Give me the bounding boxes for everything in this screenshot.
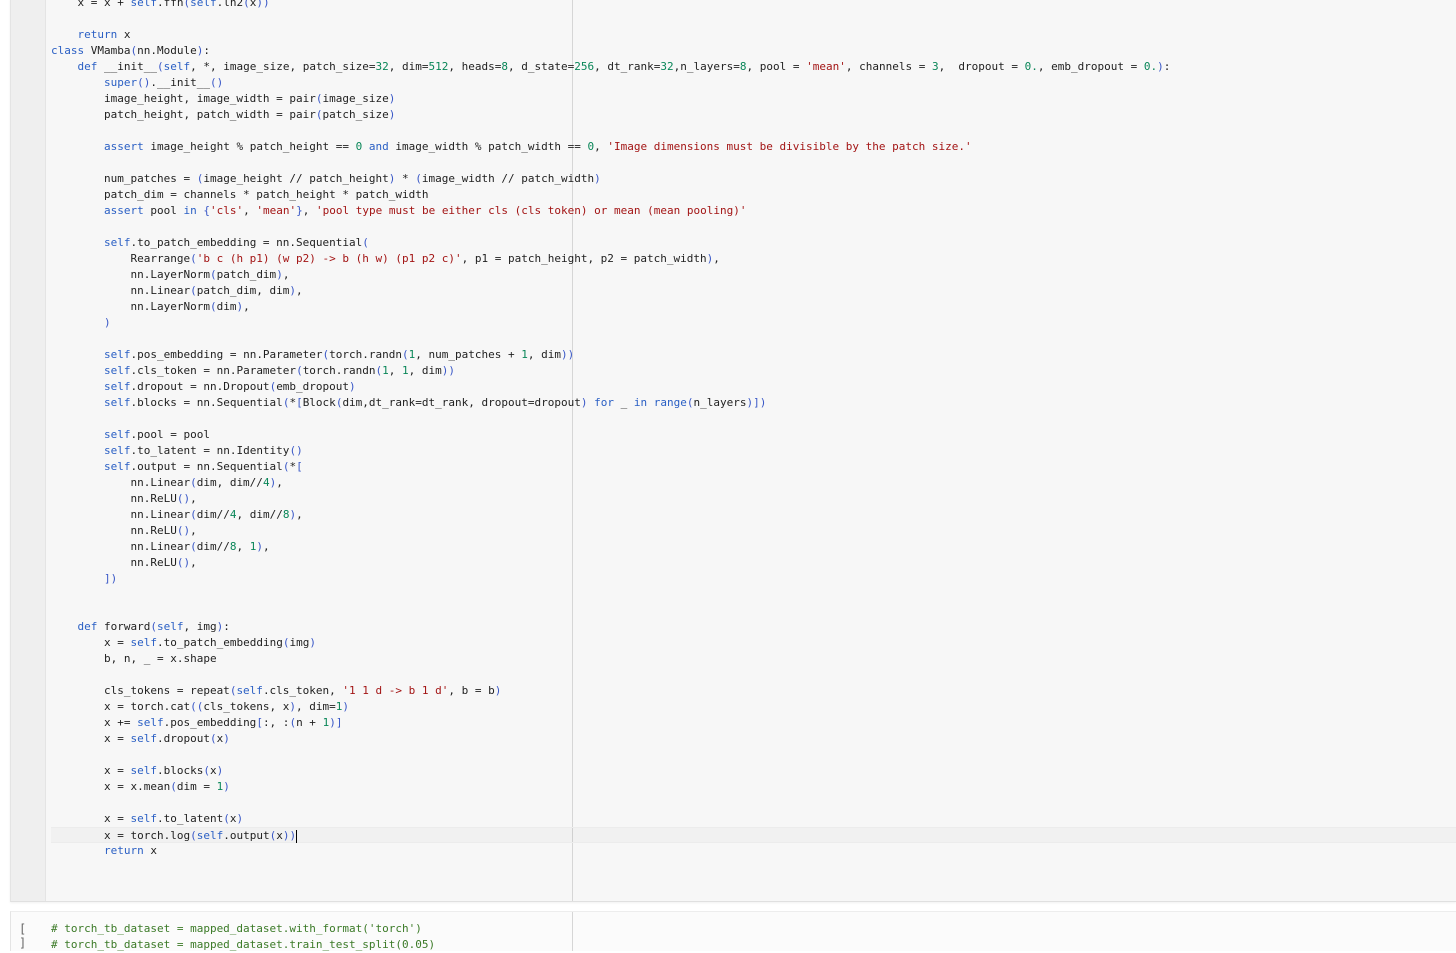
code-line[interactable]: nn.LayerNorm(patch_dim), (51, 267, 289, 283)
code-line[interactable]: x = self.to_latent(x) (51, 811, 243, 827)
code-line[interactable]: # torch_tb_dataset = mapped_dataset.with… (51, 921, 422, 937)
code-line[interactable]: cls_tokens = repeat(self.cls_token, '1 1… (51, 683, 501, 699)
code-line[interactable]: self.dropout = nn.Dropout(emb_dropout) (51, 379, 356, 395)
code-line[interactable]: nn.Linear(dim, dim//4), (51, 475, 282, 491)
code-line[interactable]: nn.ReLU(), (51, 555, 196, 571)
code-line[interactable]: x = self.dropout(x) (51, 731, 230, 747)
code-line[interactable]: x = self.blocks(x) (51, 763, 223, 779)
code-line[interactable]: patch_dim = channels * patch_height * pa… (51, 187, 429, 203)
code-line[interactable]: def __init__(self, *, image_size, patch_… (51, 59, 1171, 75)
code-line[interactable]: self.pos_embedding = nn.Parameter(torch.… (51, 347, 574, 363)
code-line[interactable]: nn.Linear(dim//8, 1), (51, 539, 269, 555)
code-line[interactable]: x = torch.cat((cls_tokens, x), dim=1) (51, 699, 349, 715)
code-line[interactable]: # torch_tb_dataset = mapped_dataset.trai… (51, 937, 435, 953)
line-length-ruler (572, 0, 573, 901)
code-line[interactable]: nn.Linear(dim//4, dim//8), (51, 507, 302, 523)
code-line[interactable]: nn.LayerNorm(dim), (51, 299, 249, 315)
code-line[interactable]: b, n, _ = x.shape (51, 651, 217, 667)
code-line[interactable]: def forward(self, img): (51, 619, 230, 635)
code-line[interactable]: x = x + self.ffn(self.ln2(x)) (51, 0, 269, 11)
code-line[interactable]: return x (51, 27, 131, 43)
cell-gutter: [ ] (11, 912, 45, 951)
code-line[interactable]: image_height, image_width = pair(image_s… (51, 91, 395, 107)
code-line[interactable]: ) (51, 315, 111, 331)
code-line[interactable]: x = self.to_patch_embedding(img) (51, 635, 316, 651)
code-line[interactable]: nn.Linear(patch_dim, dim), (51, 283, 302, 299)
code-line[interactable]: nn.ReLU(), (51, 491, 196, 507)
code-line[interactable]: nn.ReLU(), (51, 523, 196, 539)
code-line[interactable]: ]) (51, 571, 117, 587)
code-line[interactable]: super().__init__() (51, 75, 223, 91)
execution-count[interactable]: [ ] (19, 922, 45, 950)
code-line[interactable]: self.to_latent = nn.Identity() (51, 443, 303, 459)
text-cursor (296, 829, 298, 843)
cell-gutter (11, 0, 46, 901)
code-line[interactable]: return x (51, 843, 157, 859)
code-line[interactable]: Rearrange('b c (h p1) (w p2) -> b (h w) … (51, 251, 719, 267)
code-line[interactable]: self.pool = pool (51, 427, 210, 443)
code-line[interactable]: assert image_height % patch_height == 0 … (51, 139, 972, 155)
code-line[interactable]: self.blocks = nn.Sequential(*[Block(dim,… (51, 395, 766, 411)
code-line[interactable]: self.to_patch_embedding = nn.Sequential( (51, 235, 369, 251)
code-line[interactable]: class VMamba(nn.Module): (51, 43, 210, 59)
code-line[interactable]: self.cls_token = nn.Parameter(torch.rand… (51, 363, 455, 379)
code-cell-active[interactable]: x = x + self.ffn(self.ln2(x)) return x cl… (10, 0, 1456, 902)
code-cell-next[interactable]: [ ] # torch_tb_dataset = mapped_dataset.… (10, 911, 1456, 951)
line-length-ruler (572, 912, 573, 951)
code-line[interactable]: x = torch.log(self.output(x)) (51, 827, 1456, 843)
code-line[interactable]: x = x.mean(dim = 1) (51, 779, 230, 795)
code-line[interactable]: num_patches = (image_height // patch_hei… (51, 171, 601, 187)
code-line[interactable]: patch_height, patch_width = pair(patch_s… (51, 107, 395, 123)
code-line[interactable]: self.output = nn.Sequential(*[ (51, 459, 303, 475)
code-line[interactable]: x += self.pos_embedding[:, :(n + 1)] (51, 715, 342, 731)
code-line[interactable]: assert pool in {'cls', 'mean'}, 'pool ty… (51, 203, 746, 219)
